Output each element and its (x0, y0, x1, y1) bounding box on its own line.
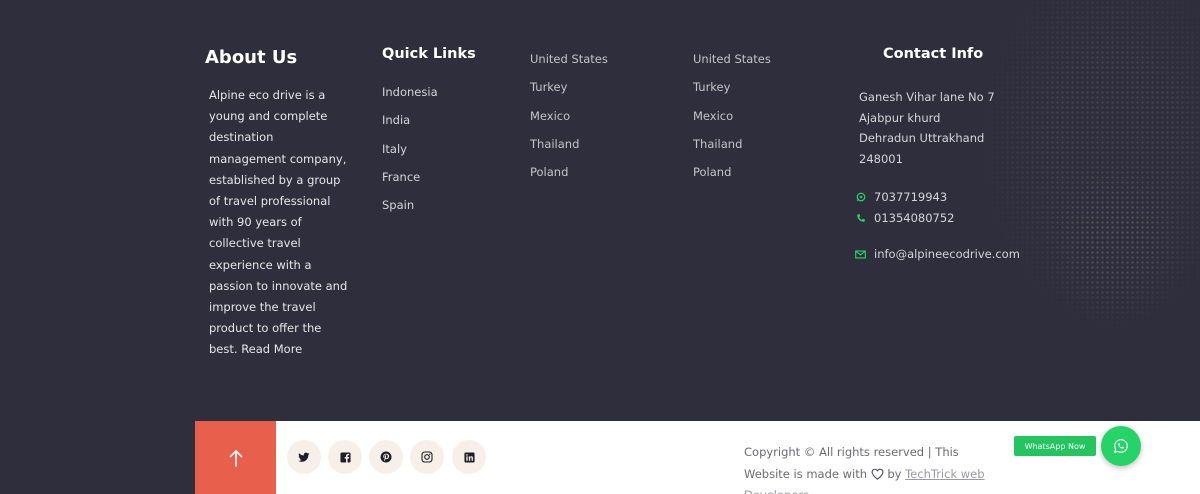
dest-link-united-states[interactable]: United States (530, 52, 608, 80)
contact-phone-1[interactable]: 7037719943 (855, 190, 947, 204)
pinterest-button[interactable] (369, 440, 403, 474)
dest-link-mexico[interactable]: Mexico (530, 109, 608, 137)
whatsapp-icon (855, 192, 866, 203)
about-text: Alpine eco drive is a young and complete… (209, 85, 349, 361)
contact-email[interactable]: info@alpineecodrive.com (855, 247, 1020, 261)
whatsapp-now-label[interactable]: WhatsApp Now (1014, 436, 1096, 456)
address-line: Ganesh Vihar lane No 7 (859, 90, 995, 104)
quick-link-spain[interactable]: Spain (382, 198, 438, 226)
instagram-button[interactable] (410, 440, 444, 474)
read-more-link[interactable]: Read More (241, 342, 302, 356)
twitter-button[interactable] (287, 440, 321, 474)
dest-link-turkey[interactable]: Turkey (693, 80, 771, 108)
arrow-up-icon (229, 449, 242, 467)
world-map-decoration-lower (1040, 160, 1190, 330)
quick-link-france[interactable]: France (382, 170, 438, 198)
destination-links-col3: United States Turkey Mexico Thailand Pol… (693, 52, 771, 193)
about-description: Alpine eco drive is a young and complete… (209, 88, 348, 357)
dest-link-thailand[interactable]: Thailand (530, 137, 608, 165)
phone-icon (855, 213, 866, 224)
quick-link-indonesia[interactable]: Indonesia (382, 85, 438, 113)
dest-link-poland[interactable]: Poland (693, 165, 771, 193)
about-title: About Us (205, 47, 298, 68)
email-address: info@alpineecodrive.com (874, 247, 1020, 261)
twitter-icon (298, 452, 310, 462)
footer-main: About Us Alpine eco drive is a young and… (0, 0, 1200, 421)
instagram-icon (421, 451, 433, 463)
linkedin-button[interactable] (452, 440, 486, 474)
heart-icon (871, 468, 884, 480)
contact-phone-2[interactable]: 01354080752 (855, 211, 954, 225)
back-to-top-button[interactable] (195, 421, 276, 494)
quick-links-list: Indonesia India Italy France Spain (382, 85, 438, 226)
contact-title: Contact Info (883, 46, 984, 62)
address-line: 248001 (859, 151, 903, 166)
dest-link-turkey[interactable]: Turkey (530, 80, 608, 108)
facebook-icon (339, 451, 351, 463)
quick-link-italy[interactable]: Italy (382, 142, 438, 170)
whatsapp-button[interactable] (1101, 426, 1141, 466)
address-line: Dehradun Uttrakhand (859, 131, 985, 145)
linkedin-icon (463, 451, 475, 463)
contact-address: Ganesh Vihar lane No 7 Ajabpur khurd Deh… (859, 87, 995, 169)
whatsapp-icon (1113, 439, 1128, 454)
dest-link-thailand[interactable]: Thailand (693, 137, 771, 165)
copyright-by: by (887, 466, 902, 481)
dest-link-mexico[interactable]: Mexico (693, 109, 771, 137)
dest-link-united-states[interactable]: United States (693, 52, 771, 80)
phone-number: 7037719943 (874, 190, 948, 204)
copyright-text: Copyright © All rights reserved | This W… (744, 442, 1004, 494)
facebook-button[interactable] (328, 440, 362, 474)
pinterest-icon (380, 451, 392, 463)
destination-links-col2: United States Turkey Mexico Thailand Pol… (530, 52, 608, 193)
phone-number: 01354080752 (874, 211, 955, 225)
mail-icon (855, 249, 866, 260)
dest-link-poland[interactable]: Poland (530, 165, 608, 193)
address-line: Ajabpur khurd (859, 110, 941, 125)
footer-bottom-bar: Copyright © All rights reserved | This W… (195, 421, 1200, 494)
quick-links-title: Quick Links (382, 46, 476, 62)
quick-link-india[interactable]: India (382, 113, 438, 141)
